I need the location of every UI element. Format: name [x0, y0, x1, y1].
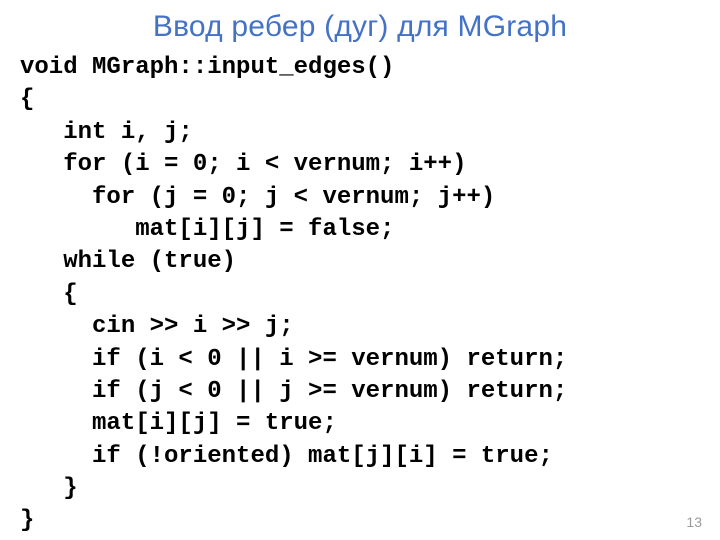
code-line: if (i < 0 || i >= vernum) return; — [20, 346, 567, 373]
code-block: void MGraph::input_edges() { int i, j; f… — [0, 44, 720, 538]
code-line: mat[i][j] = false; — [20, 216, 394, 243]
code-line: } — [20, 475, 78, 502]
code-line: cin >> i >> j; — [20, 313, 294, 340]
slide: Ввод ребер (дуг) для MGraph void MGraph:… — [0, 0, 720, 540]
code-line: } — [20, 507, 34, 534]
code-line: { — [20, 86, 34, 113]
code-line: { — [20, 281, 78, 308]
code-line: while (true) — [20, 248, 236, 275]
code-line: int i, j; — [20, 119, 193, 146]
code-line: if (!oriented) mat[j][i] = true; — [20, 443, 553, 470]
page-number: 13 — [686, 514, 702, 530]
code-line: void MGraph::input_edges() — [20, 54, 394, 81]
code-line: mat[i][j] = true; — [20, 410, 337, 437]
code-line: for (j = 0; j < vernum; j++) — [20, 184, 495, 211]
slide-title: Ввод ребер (дуг) для MGraph — [0, 0, 720, 44]
code-line: for (i = 0; i < vernum; i++) — [20, 151, 466, 178]
code-line: if (j < 0 || j >= vernum) return; — [20, 378, 567, 405]
